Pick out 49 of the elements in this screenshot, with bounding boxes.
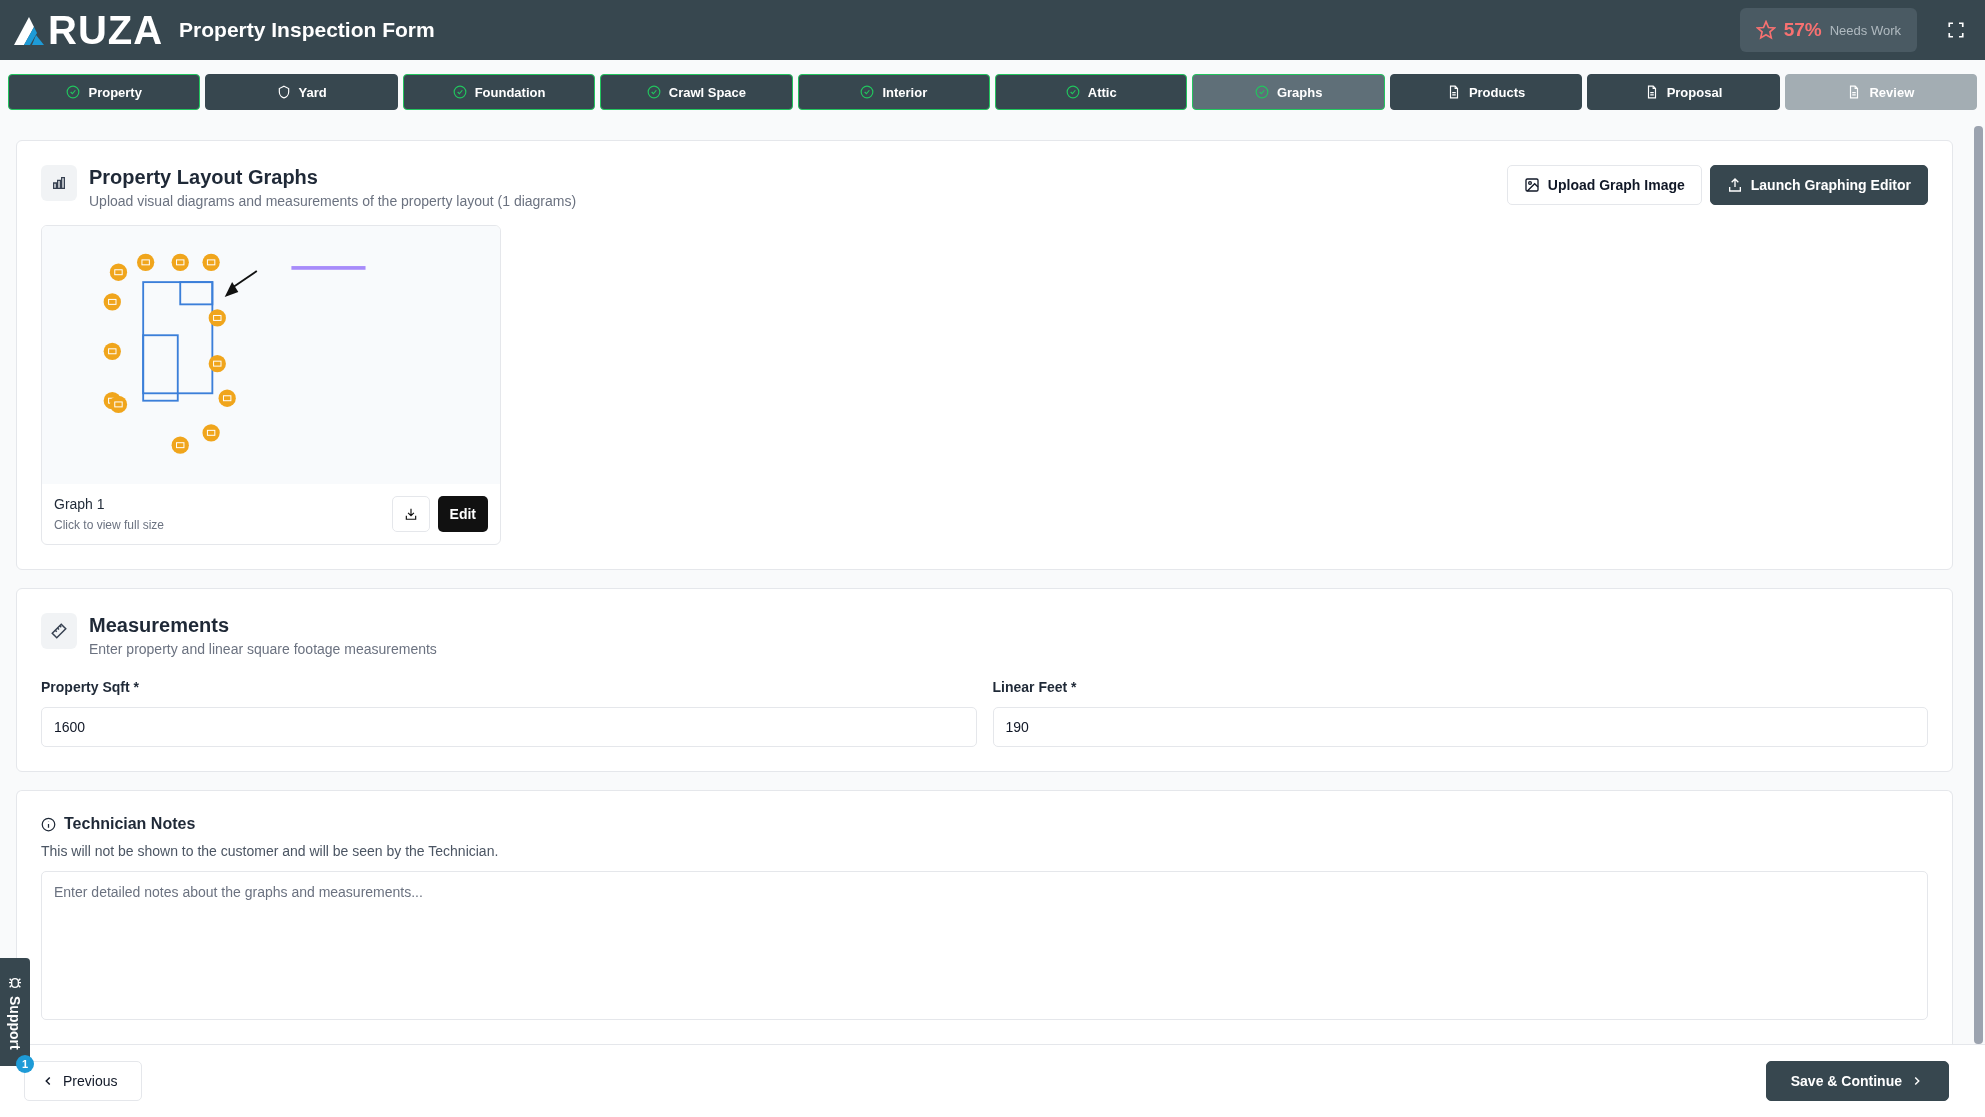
step-tab[interactable]: Foundation [402, 74, 596, 110]
shield-icon [276, 85, 291, 99]
image-icon [1523, 177, 1540, 193]
notes-title: Technician Notes [64, 815, 196, 833]
page-title: Property Inspection Form [179, 18, 435, 42]
check-circle-icon [646, 85, 661, 99]
step-tab[interactable]: Yard [205, 74, 398, 110]
step-tab[interactable]: Graphs [1192, 74, 1385, 110]
check-circle-icon [452, 85, 467, 99]
graph-title: Graph 1 [54, 496, 106, 512]
section-title: Measurements [89, 614, 231, 637]
step-tab[interactable]: Attic [995, 74, 1188, 110]
step-tab[interactable]: Property [8, 74, 201, 110]
section-title: Property Layout Graphs [89, 166, 319, 189]
step-tab[interactable]: Products [1389, 74, 1583, 110]
check-circle-icon [66, 85, 81, 99]
check-circle-icon [860, 85, 875, 99]
field-label: Property Sqft * [41, 679, 140, 695]
launch-editor-button[interactable]: Launch Graphing Editor [1709, 165, 1928, 205]
graph-hint: Click to view full size [54, 518, 165, 532]
download-button[interactable] [391, 496, 430, 532]
input-field[interactable]: 190 [992, 707, 1928, 747]
fullscreen-icon[interactable] [1947, 21, 1965, 39]
section-subtitle: Upload visual diagrams and measurements of the property layout (1 diagrams) [89, 193, 577, 209]
graph-card[interactable]: Graph 1 Click to view full size Edit [41, 225, 501, 545]
check-circle-icon [1065, 85, 1080, 99]
score-value: 57% [1783, 19, 1822, 41]
step-tab[interactable]: Interior [797, 74, 991, 110]
notes-subtitle: This will not be shown to the customer and will be seen by the Technician. [41, 843, 500, 859]
section-subtitle: Enter property and linear square footage measurements [89, 641, 437, 657]
star-icon [1755, 20, 1776, 40]
step-tab[interactable]: Proposal [1587, 74, 1780, 110]
score-label: Needs Work [1829, 22, 1901, 38]
logo-icon [12, 15, 46, 45]
step-tab[interactable]: Crawl Space [600, 74, 793, 110]
field-label: Linear Feet * [992, 679, 1078, 695]
download-icon [403, 507, 418, 521]
logo-text: RUZA [48, 7, 164, 53]
edit-button[interactable]: Edit [437, 496, 488, 532]
input-field[interactable]: 1600 [41, 707, 977, 747]
notes-field[interactable]: Enter detailed notes about the graphs and measurements... [41, 871, 1928, 1020]
upload-graph-button[interactable]: Upload Graph Image [1506, 165, 1702, 205]
scrollbar[interactable] [1974, 126, 1983, 1044]
info-icon [41, 816, 56, 832]
save-continue-button[interactable]: Save & Continue [1765, 1061, 1949, 1101]
check-circle-icon [1254, 85, 1269, 99]
upload-icon [1726, 177, 1743, 193]
ruler-icon [50, 622, 68, 640]
chart-icon [51, 175, 67, 191]
